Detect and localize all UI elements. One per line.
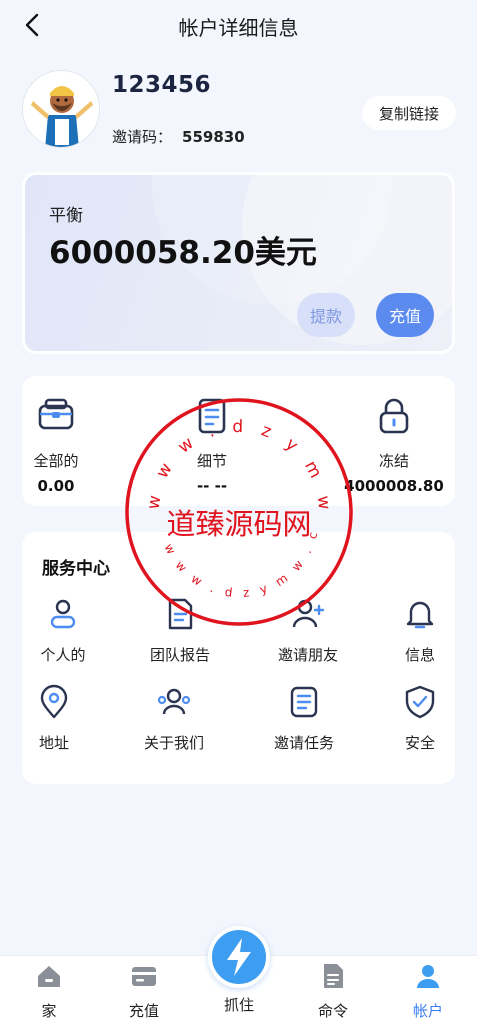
balance-card: 平衡 6000058.20美元 提款 充值 [22,172,455,354]
tab-orders[interactable]: 命令 [298,962,368,1021]
tab-account[interactable]: 帐户 [393,962,463,1021]
service-item-invite-friends[interactable]: 邀请朋友 [263,596,353,665]
wallet-icon [38,398,74,430]
user-icon [50,599,76,629]
document-icon [198,398,226,434]
avatar-illustration [23,71,99,147]
stat-value: 4000008.80 [344,477,444,495]
service-label: 邀请朋友 [277,646,338,664]
task-icon [290,686,318,718]
service-item-address[interactable]: 地址 [9,684,99,753]
tab-grab-label: 抓住 [223,996,254,1014]
invite-code-row: 邀请码： 559830 [112,126,245,147]
location-icon [40,684,68,719]
service-label: 信息 [404,646,435,664]
service-item-personal[interactable]: 个人的 [18,596,108,665]
stats-card: 全部的 0.00 细节 -- -- 冻结 4000008.80 [22,376,455,506]
tab-label: 家 [41,1002,57,1020]
service-label: 安全 [404,734,435,752]
stat-label: 冻结 [378,452,409,470]
bell-icon [406,601,434,629]
invite-code-value: 559830 [182,128,245,146]
service-item-messages[interactable]: 信息 [375,596,465,665]
tab-home[interactable]: 家 [14,962,84,1021]
home-icon [38,966,60,987]
stat-details[interactable]: 细节 -- -- [152,396,272,495]
copy-link-button[interactable]: 复制链接 [362,96,456,130]
tab-label: 充值 [128,1002,159,1020]
lock-icon [379,398,409,434]
stat-value: -- -- [196,477,228,495]
service-center: 服务中心 个人的 团队报告 邀请朋友 信息 地址 关于我们 邀请任务 安全 [22,532,455,784]
avatar [22,70,100,148]
service-label: 邀请任务 [273,734,334,752]
service-item-invite-task[interactable]: 邀请任务 [259,684,349,753]
top-bar: 帐户详细信息 [0,0,477,52]
shield-icon [405,685,435,719]
service-item-security[interactable]: 安全 [375,684,465,753]
withdraw-button[interactable]: 提款 [297,293,355,337]
add-user-icon [292,599,325,628]
back-arrow-icon[interactable] [20,12,46,38]
service-label: 关于我们 [143,734,204,752]
service-label: 团队报告 [149,646,210,664]
order-icon [324,964,343,988]
report-icon [168,598,193,630]
lightning-icon [227,938,251,976]
account-icon [417,965,439,988]
balance-value: 6000058.20美元 [49,235,317,271]
stat-value: 0.00 [37,477,75,495]
service-title: 服务中心 [42,559,110,579]
service-item-team-report[interactable]: 团队报告 [135,596,225,665]
card-icon [132,967,156,986]
stat-frozen[interactable]: 冻结 4000008.80 [334,396,454,495]
stat-total[interactable]: 全部的 0.00 [0,396,116,495]
stat-label: 全部的 [33,452,79,470]
username: 123456 [112,72,212,98]
invite-code-label: 邀请码： [112,128,173,146]
tab-grab[interactable] [208,926,270,988]
deposit-button[interactable]: 充值 [376,293,434,337]
stat-label: 细节 [196,452,227,470]
tab-label: 命令 [317,1002,348,1020]
page-title: 帐户详细信息 [178,15,299,40]
service-label: 地址 [38,734,69,752]
profile-section: 123456 邀请码： 559830 复制链接 [22,70,456,152]
balance-label: 平衡 [49,206,83,226]
service-item-about-us[interactable]: 关于我们 [129,684,219,753]
team-icon [157,688,191,715]
tab-label: 帐户 [412,1002,443,1020]
tab-recharge[interactable]: 充值 [109,962,179,1021]
service-label: 个人的 [40,646,86,664]
